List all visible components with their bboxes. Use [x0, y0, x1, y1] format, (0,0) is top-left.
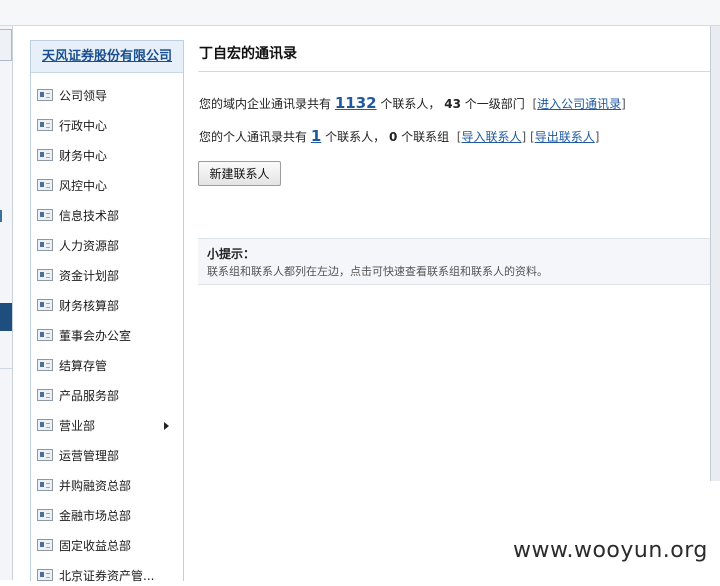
sidebar-item-label: 运营管理部: [59, 449, 120, 463]
sidebar-item-dept[interactable]: 信息技术部: [37, 206, 177, 226]
contact-card-icon: [37, 329, 53, 341]
sidebar-item-label: 人力资源部: [59, 239, 120, 253]
domain-summary-prefix: 您的域内企业通讯录共有: [199, 97, 332, 111]
contact-card-icon: [37, 509, 53, 521]
sidebar-item-dept[interactable]: 公司领导: [37, 86, 177, 106]
sidebar-item-dept[interactable]: 财务核算部: [37, 296, 177, 316]
contact-card-icon: [37, 389, 53, 401]
contact-card-icon: [37, 239, 53, 251]
expand-arrow-icon[interactable]: [164, 422, 169, 430]
sidebar-item-label: 资金计划部: [59, 269, 120, 283]
sidebar-item-dept[interactable]: 风控中心: [37, 176, 177, 196]
sidebar-item-dept[interactable]: 金融市场总部: [37, 506, 177, 526]
watermark-text: www.wooyun.org: [513, 538, 708, 563]
sidebar-item-label: 行政中心: [59, 119, 108, 133]
left-edge-marker: [0, 210, 2, 222]
sidebar-item-dept[interactable]: 财务中心: [37, 146, 177, 166]
contact-card-icon: [37, 419, 53, 431]
sidebar-item-label: 财务中心: [59, 149, 108, 163]
sidebar-item-label: 固定收益总部: [59, 539, 132, 553]
new-contact-button[interactable]: 新建联系人: [198, 161, 281, 186]
sidebar-item-label: 公司领导: [59, 89, 108, 103]
browser-top-bar: [0, 0, 720, 26]
page-title: 丁自宏的通讯录: [199, 46, 297, 62]
bracket-close: ]: [621, 97, 626, 111]
sidebar-header: 天风证券股份有限公司: [31, 41, 183, 73]
sidebar-item-label: 金融市场总部: [59, 509, 132, 523]
personal-summary-prefix: 您的个人通讯录共有: [199, 130, 308, 144]
right-scroll-rail[interactable]: [710, 26, 720, 481]
group-count: 0: [388, 130, 398, 144]
bracket-separator: ] [: [521, 130, 535, 144]
sidebar-item-label: 产品服务部: [59, 389, 120, 403]
left-edge-button[interactable]: [0, 29, 12, 61]
contact-card-icon: [37, 449, 53, 461]
contact-card-icon: [37, 209, 53, 221]
domain-contact-unit: 个联系人，: [380, 97, 441, 111]
sidebar-item-dept[interactable]: 行政中心: [37, 116, 177, 136]
group-count-unit: 个联系组: [401, 130, 450, 144]
sidebar-item-label: 风控中心: [59, 179, 108, 193]
sidebar-item-dept[interactable]: 营业部: [37, 416, 177, 436]
bracket-close: ]: [594, 130, 600, 144]
contact-card-icon: [37, 479, 53, 491]
sidebar-item-label: 并购融资总部: [59, 479, 132, 493]
contact-card-icon: [37, 119, 53, 131]
sidebar-item-dept[interactable]: 固定收益总部: [37, 536, 177, 556]
sidebar-item-dept[interactable]: 人力资源部: [37, 236, 177, 256]
company-name-link[interactable]: 天风证券股份有限公司: [42, 49, 172, 64]
sidebar-item-label: 营业部: [59, 419, 96, 433]
contact-card-icon: [37, 359, 53, 371]
sidebar-item-label: 结算存管: [59, 359, 108, 373]
personal-contact-count-link[interactable]: 1: [311, 127, 321, 145]
domain-contact-count-link[interactable]: 1132: [335, 94, 377, 112]
tips-box: 小提示： 联系组和联系人都列在左边，点击可快速查看联系组和联系人的资料。: [198, 238, 710, 285]
sidebar-item-dept[interactable]: 产品服务部: [37, 386, 177, 406]
contacts-sidebar: 天风证券股份有限公司 公司领导 行政中心 财务中心 风控中心 信息技术部 人力资…: [30, 40, 184, 583]
personal-contacts-summary: 您的个人通讯录共有 1 个联系人， 0 个联系组 [导入联系人] [导出联系人]: [199, 127, 599, 145]
sidebar-item-label: 北京证券资产管...: [59, 569, 155, 583]
sidebar-item-label: 信息技术部: [59, 209, 120, 223]
personal-contact-unit: 个联系人，: [325, 130, 386, 144]
sidebar-item-dept[interactable]: 并购融资总部: [37, 476, 177, 496]
sidebar-item-dept[interactable]: 北京证券资产管...: [37, 566, 177, 586]
contact-card-icon: [37, 269, 53, 281]
tips-title: 小提示：: [207, 247, 256, 261]
contact-card-icon: [37, 89, 53, 101]
contact-card-icon: [37, 299, 53, 311]
export-contacts-link[interactable]: 导出联系人: [535, 130, 595, 144]
dept-count: 43: [444, 97, 461, 111]
contact-card-icon: [37, 569, 53, 581]
sidebar-item-dept[interactable]: 运营管理部: [37, 446, 177, 466]
sidebar-item-label: 董事会办公室: [59, 329, 132, 343]
left-edge-selected-item[interactable]: [0, 303, 12, 331]
tips-body: 联系组和联系人都列在左边，点击可快速查看联系组和联系人的资料。: [207, 265, 548, 278]
company-directory-link[interactable]: 进入公司通讯录: [537, 97, 621, 111]
contact-card-icon: [37, 149, 53, 161]
import-contacts-link[interactable]: 导入联系人: [461, 130, 521, 144]
dept-count-unit: 个一级部门: [464, 97, 525, 111]
sidebar-item-dept[interactable]: 董事会办公室: [37, 326, 177, 346]
sidebar-item-dept[interactable]: 资金计划部: [37, 266, 177, 286]
contact-card-icon: [37, 179, 53, 191]
contact-card-icon: [37, 539, 53, 551]
sidebar-item-label: 财务核算部: [59, 299, 120, 313]
sidebar-item-dept[interactable]: 结算存管: [37, 356, 177, 376]
title-divider: [198, 71, 710, 72]
left-edge-divider: [0, 368, 12, 369]
domain-contacts-summary: 您的域内企业通讯录共有 1132 个联系人， 43 个一级部门 [进入公司通讯录…: [199, 94, 626, 112]
